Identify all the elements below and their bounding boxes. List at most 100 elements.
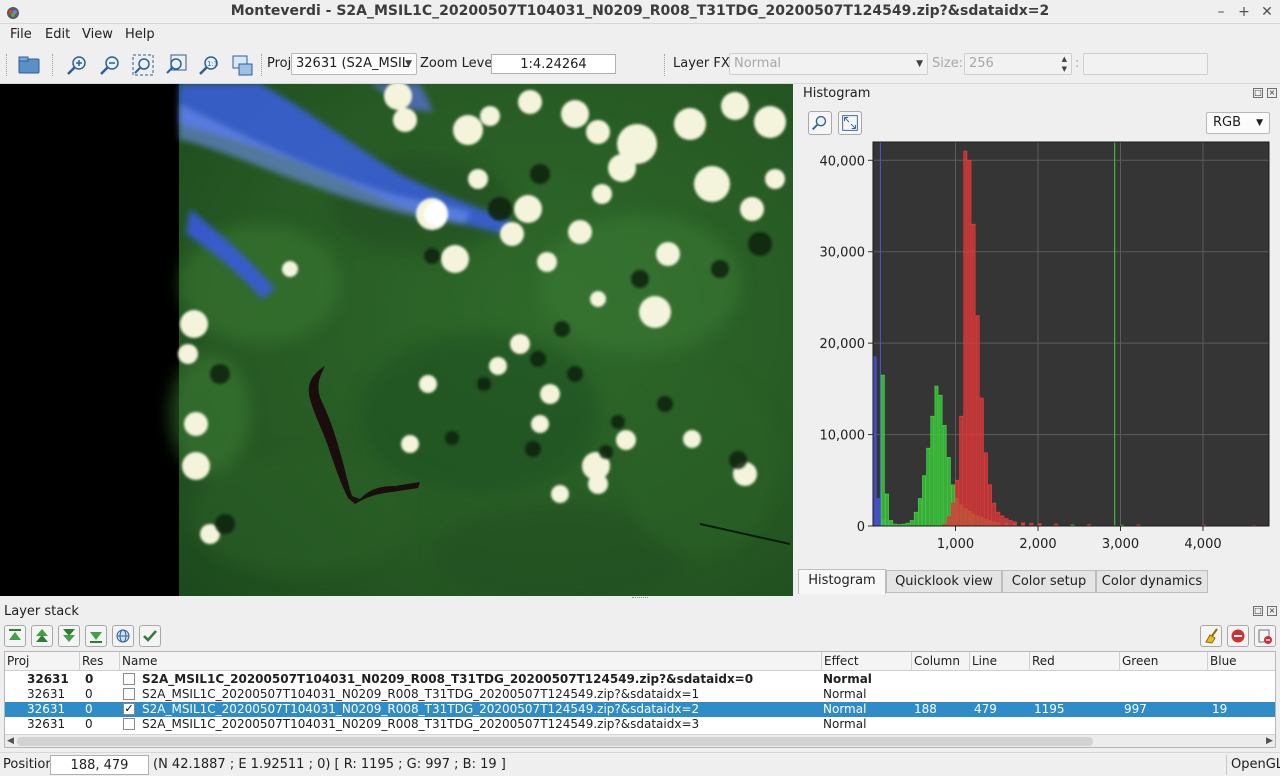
histogram-bar [1008, 520, 1013, 527]
column-header-red[interactable]: Red [1030, 652, 1120, 671]
float-dock-icon[interactable]: □ [1253, 88, 1263, 98]
layer-projection-icon[interactable] [229, 52, 255, 78]
layer-visibility-checkbox[interactable] [123, 688, 135, 700]
column-header-res[interactable]: Res [80, 652, 120, 671]
tab-histogram[interactable]: Histogram [798, 569, 886, 594]
spin-arrows-icon[interactable]: ▲ ▼ [1062, 54, 1067, 74]
layer-fx-label: Layer FX [673, 56, 730, 71]
layer-fx-value: Normal [734, 56, 782, 71]
scroll-right-icon[interactable]: ▶ [1266, 735, 1273, 748]
tab-color-dynamics[interactable]: Color dynamics [1096, 570, 1208, 593]
layer-row[interactable]: 32631 0 S2A_MSIL1C_20200507T104031_N0209_R… [5, 702, 1275, 717]
tab-quicklook-view[interactable]: Quicklook view [886, 570, 1002, 593]
image-view[interactable] [0, 84, 793, 596]
toolbar-separator [52, 54, 53, 76]
close-button[interactable]: ✕ [1257, 2, 1277, 22]
layer-res-cell: 0 [85, 702, 93, 716]
main-toolbar: 1:1 Proj 32631 (S2A_MSIL ▼ Zoom Level 1:… [0, 46, 1280, 84]
maximize-button[interactable]: + [1234, 2, 1254, 22]
size-label: Size: [932, 56, 964, 71]
zoom-out-icon[interactable] [97, 52, 123, 78]
histogram-bar [971, 223, 976, 527]
zoom-level-input[interactable]: 1:4.24264 [491, 54, 616, 74]
layer-row[interactable]: 32631 0 S2A_MSIL1C_20200507T104031_N0209_R… [5, 687, 1275, 702]
histogram-zoom-icon[interactable] [808, 111, 832, 135]
x-tick-label: 1,000 [937, 537, 974, 552]
y-tick-label: 0 [857, 520, 865, 535]
move-to-top-button[interactable] [4, 625, 26, 647]
chevron-down-icon: ▼ [916, 59, 923, 69]
toolbar-separator [261, 54, 262, 76]
layer-fx-extra-input[interactable] [1083, 53, 1208, 75]
layer-stack-dock: Layer stack □ × Proj Res Name Effect Col… [0, 603, 1280, 750]
projection-button[interactable] [112, 625, 134, 647]
histogram-fit-icon[interactable] [838, 111, 862, 135]
zoom-extent-icon[interactable] [130, 52, 156, 78]
histogram-bar [926, 447, 931, 527]
histogram-bar [1012, 521, 1017, 527]
size-spinbox[interactable]: 256 ▲ ▼ [964, 53, 1072, 75]
scrollbar-handle[interactable] [17, 737, 1093, 746]
column-header-line[interactable]: Line [970, 652, 1030, 671]
layer-name-cell: S2A_MSIL1C_20200507T104031_N0209_R008_T3… [142, 717, 700, 731]
toolbar-separator [664, 54, 665, 76]
delete-layer-button[interactable] [1227, 625, 1249, 647]
projection-select[interactable]: 32631 (S2A_MSIL ▼ [291, 53, 417, 75]
column-header-blue[interactable]: Blue [1208, 652, 1275, 671]
histogram-bar [889, 520, 894, 527]
zoom-1-1-icon[interactable]: 1:1 [196, 52, 222, 78]
histogram-bar [946, 516, 951, 527]
layer-visibility-checkbox[interactable] [123, 718, 135, 730]
menu-view[interactable]: View [82, 27, 113, 42]
open-file-icon[interactable] [16, 52, 42, 78]
status-bar: Position 188, 479 (N 42.1887 ; E 1.92511… [0, 752, 1280, 776]
layer-row[interactable]: 32631 0 S2A_MSIL1C_20200507T104031_N0209_R… [5, 717, 1275, 732]
layer-name-cell: S2A_MSIL1C_20200507T104031_N0209_R008_T3… [142, 687, 700, 701]
histogram-chart[interactable]: 1,000 2,000 3,000 4,000 0 10,000 20,000 30,000 4… [797, 136, 1280, 566]
tab-color-setup[interactable]: Color setup [1002, 570, 1096, 593]
layer-res-cell: 0 [85, 687, 93, 701]
column-header-green[interactable]: Green [1120, 652, 1208, 671]
splitter-handle[interactable] [632, 597, 648, 600]
layer-fx-select[interactable]: Normal ▼ [729, 53, 928, 75]
layer-blue-cell: 19 [1212, 702, 1228, 716]
x-tick-label: 3,000 [1102, 537, 1139, 552]
zoom-full-icon[interactable] [163, 52, 189, 78]
move-to-bottom-button[interactable] [85, 625, 107, 647]
minimize-button[interactable]: – [1211, 2, 1231, 22]
close-dock-icon[interactable]: × [1267, 606, 1277, 616]
menu-edit[interactable]: Edit [45, 27, 70, 42]
zoom-in-icon[interactable] [64, 52, 90, 78]
delete-all-icon [1258, 629, 1272, 644]
channel-select[interactable]: RGB ▼ [1206, 112, 1270, 134]
position-input[interactable]: 188, 479 [50, 755, 149, 775]
scroll-left-icon[interactable]: ◀ [7, 735, 14, 748]
channel-select-value: RGB [1213, 115, 1242, 130]
position-label: Position [3, 757, 54, 772]
move-up-button[interactable] [31, 625, 53, 647]
horizontal-scrollbar[interactable]: ◀ ▶ [5, 734, 1275, 747]
apply-button[interactable] [139, 625, 161, 647]
satellite-image[interactable] [0, 84, 793, 596]
layer-visibility-checkbox[interactable]: ✓ [123, 703, 135, 715]
menu-file[interactable]: File [10, 27, 32, 42]
menu-help[interactable]: Help [125, 27, 155, 42]
histogram-bar [983, 452, 988, 527]
histogram-bar [979, 397, 984, 527]
histogram-bar [996, 511, 1001, 527]
move-up-icon [36, 629, 48, 642]
globe-icon [116, 629, 130, 643]
float-dock-icon[interactable]: □ [1253, 606, 1263, 616]
move-down-button[interactable] [58, 625, 80, 647]
column-header-proj[interactable]: Proj [5, 652, 80, 671]
close-dock-icon[interactable]: × [1267, 88, 1277, 98]
column-header-column[interactable]: Column [912, 652, 970, 671]
column-header-name[interactable]: Name [120, 652, 822, 671]
clear-button[interactable] [1200, 625, 1222, 647]
layer-visibility-checkbox[interactable] [123, 673, 135, 685]
column-header-effect[interactable]: Effect [822, 652, 912, 671]
layer-row[interactable]: 32631 0 S2A_MSIL1C_20200507T104031_N0209_R… [5, 672, 1275, 687]
delete-all-layers-button[interactable] [1254, 625, 1276, 647]
histogram-bar [1000, 515, 1005, 527]
size-colon: : [1075, 56, 1080, 71]
